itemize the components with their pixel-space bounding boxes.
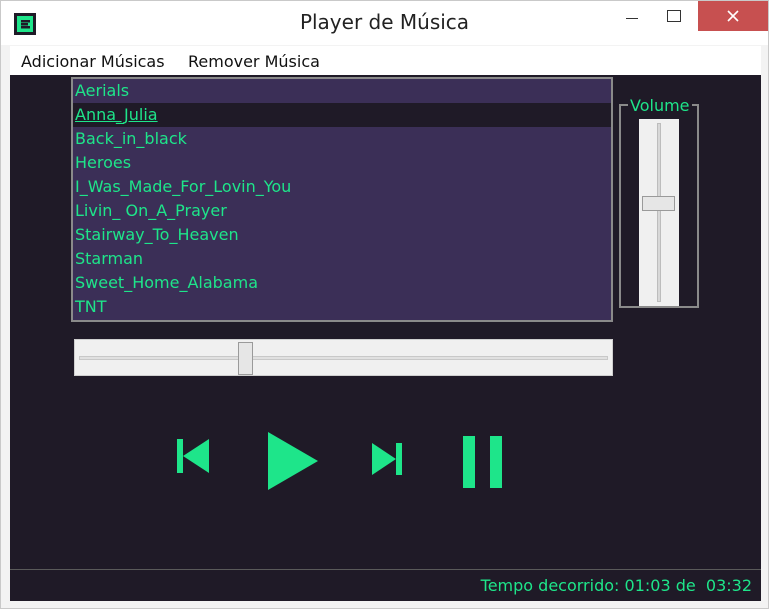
song-item[interactable]: Stairway_To_Heaven — [73, 223, 611, 247]
song-item[interactable]: Heroes — [73, 151, 611, 175]
play-button[interactable] — [266, 430, 320, 496]
elapsed-connector: de — [675, 576, 696, 595]
elapsed-time-text: Tempo decorrido: 01:03 de 03:32 — [481, 576, 752, 595]
previous-button[interactable] — [176, 438, 210, 478]
total-time: 03:32 — [705, 576, 752, 595]
progress-slider[interactable] — [74, 339, 613, 376]
pause-icon — [463, 436, 502, 488]
menu-add-songs[interactable]: Adicionar Músicas — [21, 52, 165, 71]
previous-icon — [177, 439, 209, 473]
pause-button[interactable] — [462, 435, 504, 493]
minimize-icon — [626, 18, 638, 19]
volume-thumb[interactable] — [642, 196, 675, 211]
menu-remove-song[interactable]: Remover Música — [188, 52, 320, 71]
play-icon — [268, 432, 318, 490]
song-item[interactable]: Livin_ On_A_Prayer — [73, 199, 611, 223]
song-item[interactable]: Starman — [73, 247, 611, 271]
next-icon — [372, 443, 402, 475]
volume-track — [657, 123, 661, 302]
status-bar: Tempo decorrido: 01:03 de 03:32 — [10, 569, 761, 601]
menu-bar: Adicionar Músicas Remover Música — [10, 46, 761, 76]
close-button[interactable] — [698, 1, 768, 31]
song-item[interactable]: Sweet_Home_Alabama — [73, 271, 611, 295]
song-item[interactable]: Aerials — [73, 79, 611, 103]
next-button[interactable] — [371, 442, 403, 480]
player-panel: Aerials Anna_Julia Back_in_black Heroes I_Wa… — [10, 75, 761, 569]
song-item[interactable]: TNT — [73, 295, 611, 319]
elapsed-label: Tempo decorrido: — [480, 576, 620, 595]
maximize-button[interactable] — [654, 1, 694, 31]
elapsed-value: 01:03 — [624, 576, 671, 595]
progress-thumb[interactable] — [238, 342, 253, 375]
volume-group: Volume — [619, 97, 699, 308]
volume-label: Volume — [628, 96, 692, 115]
volume-slider[interactable] — [639, 119, 679, 306]
progress-track — [79, 356, 608, 360]
close-icon — [727, 10, 739, 22]
app-window: Player de Música Adicionar Músicas Remov… — [0, 0, 769, 609]
song-item[interactable]: Back_in_black — [73, 127, 611, 151]
song-item[interactable]: I_Was_Made_For_Lovin_You — [73, 175, 611, 199]
title-bar: Player de Música — [1, 1, 768, 45]
song-list[interactable]: Aerials Anna_Julia Back_in_black Heroes I_Wa… — [71, 77, 613, 322]
song-item[interactable]: Anna_Julia — [73, 103, 611, 127]
window-title: Player de Música — [299, 10, 470, 34]
maximize-icon — [667, 10, 681, 22]
minimize-button[interactable] — [612, 1, 652, 31]
